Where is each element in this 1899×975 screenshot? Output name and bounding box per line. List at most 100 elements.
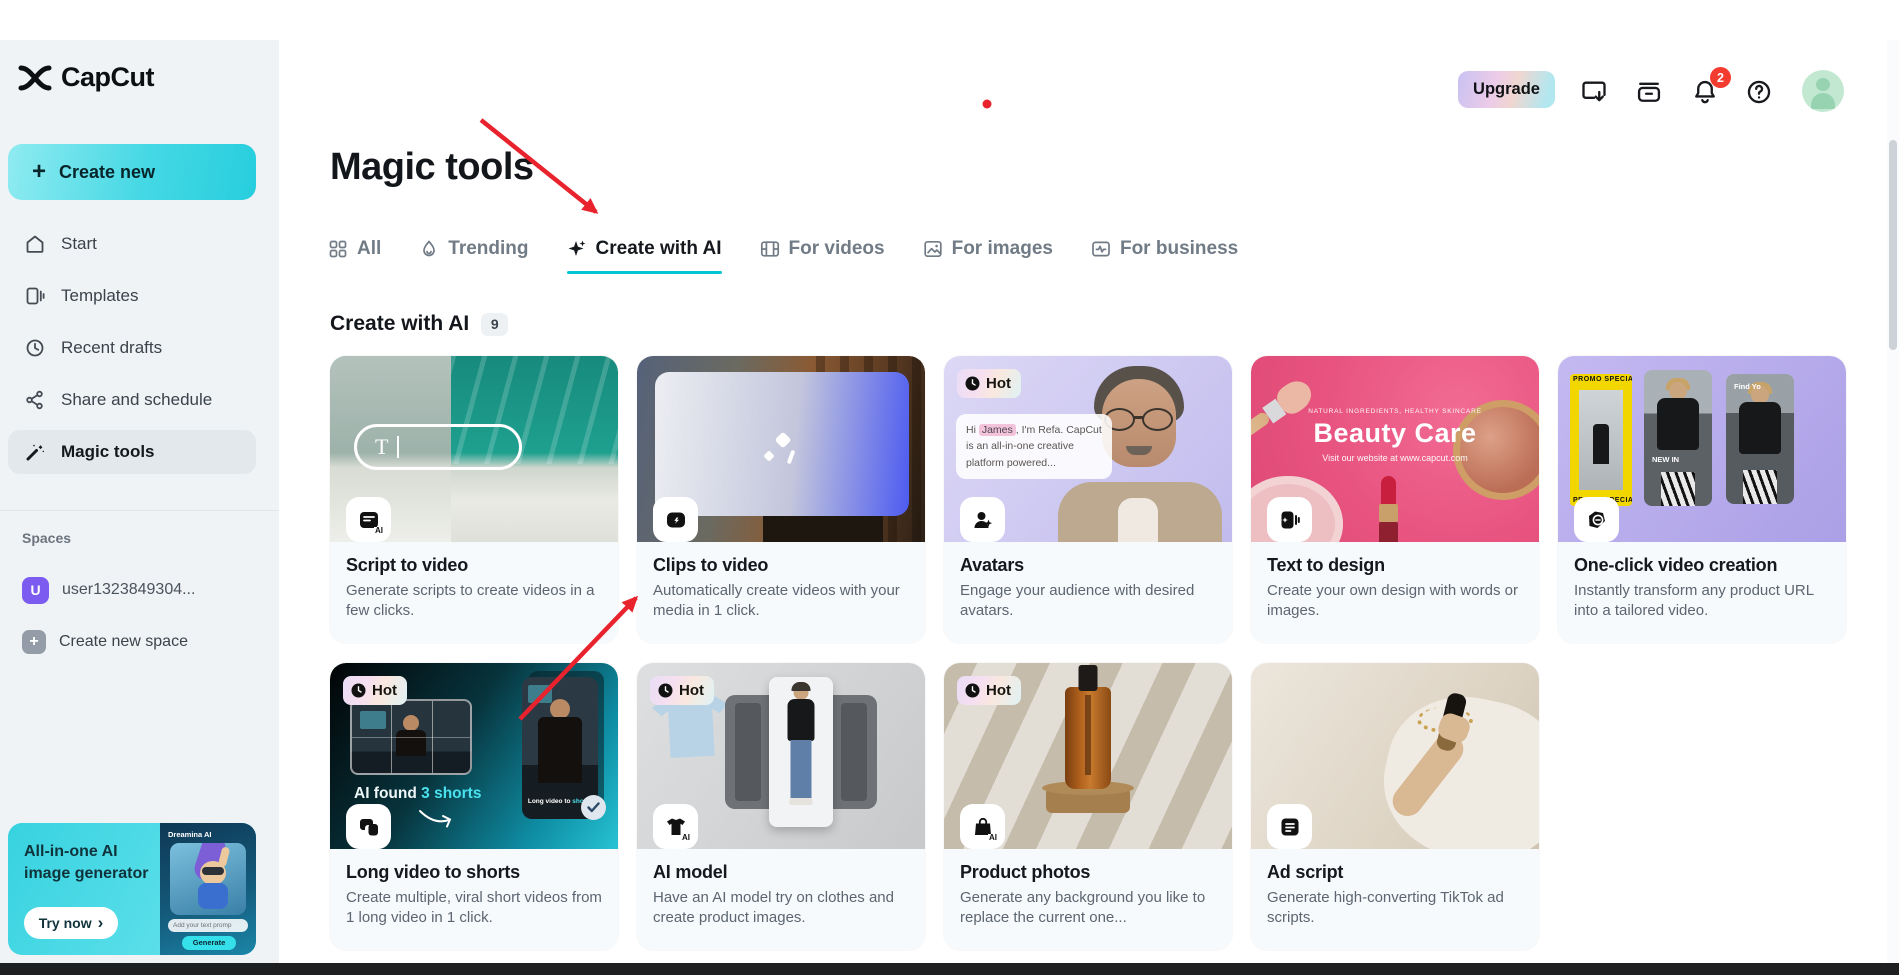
workspace-button[interactable] (1631, 74, 1667, 110)
card-title: Long video to shorts (346, 862, 602, 883)
check-icon (581, 795, 606, 820)
banner-illustration: Dreamina AI Add your text promp Generate (160, 823, 256, 955)
capcut-app: CapCut + Create new Start Templates Rece… (0, 0, 1899, 975)
create-new-space-button[interactable]: + Create new space (8, 620, 256, 664)
user-avatar[interactable] (1802, 70, 1844, 112)
card-title: Script to video (346, 555, 602, 576)
card-description: Automatically create videos with your me… (653, 581, 909, 622)
screen-download-icon (1580, 78, 1608, 106)
text-to-design-thumbnail: NATURAL INGREDIENTS, HEALTHY SKINCARE Be… (1251, 356, 1539, 542)
sidebar-nav: Start Templates Recent drafts Share and … (8, 222, 256, 474)
flame-icon (419, 239, 439, 259)
banner-prompt-field: Add your text promp (168, 919, 248, 932)
dreamina-promo-banner[interactable]: All-in-one AI image generator Try now Dr… (8, 823, 256, 955)
hot-badge: Hot (957, 369, 1021, 398)
plus-square-icon: + (22, 630, 46, 654)
page-title: Magic tools (330, 146, 534, 189)
create-new-button[interactable]: + Create new (8, 144, 256, 200)
card-description: Create your own design with words or ima… (1267, 581, 1523, 622)
sparkle-icon (567, 239, 587, 259)
space-avatar: U (22, 577, 49, 604)
tab-all[interactable]: All (328, 224, 381, 274)
lipstick-illustration (1379, 476, 1399, 542)
card-one-click-video-creation[interactable]: PROMO SPECIAL PROMO SPECIAL PROMO SPECIA… (1558, 356, 1846, 643)
sidebar-item-recent-drafts[interactable]: Recent drafts (8, 326, 256, 370)
archive-box-icon (1635, 78, 1663, 106)
card-title: Product photos (960, 862, 1216, 883)
card-title: Text to design (1267, 555, 1523, 576)
design-overlay-text: NATURAL INGREDIENTS, HEALTHY SKINCARE Be… (1251, 408, 1539, 463)
banner-generate-button: Generate (182, 936, 236, 950)
clock-badge-icon (965, 683, 980, 698)
film-icon (760, 239, 780, 259)
sidebar-item-templates[interactable]: Templates (8, 274, 256, 318)
card-title: Ad script (1267, 862, 1523, 883)
card-product-photos[interactable]: Hot AI Product photos Generate any backg… (944, 663, 1232, 950)
card-ai-model[interactable]: Hot AI AI model Have an AI model try on … (637, 663, 925, 950)
card-clips-to-video[interactable]: Clips to video Automatically create vide… (637, 356, 925, 643)
card-text-to-design[interactable]: NATURAL INGREDIENTS, HEALTHY SKINCARE Be… (1251, 356, 1539, 643)
sidebar-item-share-and-schedule[interactable]: Share and schedule (8, 378, 256, 422)
card-title: Clips to video (653, 555, 909, 576)
model-card-illustration (769, 677, 833, 827)
avatar-speech-bubble: Hi James, I'm Refa. CapCut is an all-in-… (956, 414, 1112, 479)
tab-for-videos[interactable]: For videos (760, 224, 885, 274)
card-title: Avatars (960, 555, 1216, 576)
clock-badge-icon (658, 683, 673, 698)
card-script-to-video[interactable]: T AI Script to video Generate scripts to… (330, 356, 618, 643)
card-description: Generate any background you like to repl… (960, 888, 1216, 929)
ai-model-icon: AI (653, 804, 698, 849)
help-icon (1745, 78, 1773, 106)
tools-grid: T AI Script to video Generate scripts to… (330, 356, 1860, 970)
section-header: Create with AI 9 (330, 312, 508, 336)
bottle-illustration (1065, 687, 1111, 789)
sidebar-item-magic-tools[interactable]: Magic tools (8, 430, 256, 474)
capcut-logo[interactable]: CapCut (18, 62, 154, 93)
new-in-variant: NEW IN (1644, 370, 1712, 506)
card-long-video-to-shorts[interactable]: AI found 3 shorts Long video to shorts (330, 663, 618, 950)
hot-badge: Hot (650, 676, 714, 705)
tab-for-images[interactable]: For images (923, 224, 1053, 274)
card-title: AI model (653, 862, 909, 883)
help-button[interactable] (1741, 74, 1777, 110)
avatars-thumbnail: Hi James, I'm Refa. CapCut is an all-in-… (944, 356, 1232, 542)
tab-trending[interactable]: Trending (419, 224, 528, 274)
card-avatars[interactable]: Hi James, I'm Refa. CapCut is an all-in-… (944, 356, 1232, 643)
image-icon (923, 239, 943, 259)
scrollbar-thumb[interactable] (1889, 140, 1897, 350)
tab-create-with-ai[interactable]: Create with AI (567, 224, 722, 274)
sidebar-divider (0, 510, 279, 511)
clock-badge-icon (965, 376, 980, 391)
tab-for-business[interactable]: For business (1091, 224, 1238, 274)
business-icon (1091, 239, 1111, 259)
card-description: Generate high-converting TikTok ad scrip… (1267, 888, 1523, 929)
screen-mirror-button[interactable] (1576, 74, 1612, 110)
notifications-button[interactable]: 2 (1687, 74, 1723, 110)
script-to-video-icon: AI (346, 497, 391, 542)
plus-icon: + (32, 160, 46, 184)
space-name: user1323849304... (62, 581, 195, 599)
bottom-bar (0, 963, 1899, 975)
card-ad-script[interactable]: Ad script Generate high-converting TikTo… (1251, 663, 1539, 950)
dreamina-brand: Dreamina AI (168, 830, 212, 839)
spaces-label: Spaces (22, 530, 71, 546)
sidebar-item-start[interactable]: Start (8, 222, 256, 266)
curved-arrow-icon (416, 805, 456, 831)
notification-badge: 2 (1710, 67, 1731, 88)
try-now-button[interactable]: Try now (24, 907, 118, 939)
product-photos-icon: AI (960, 804, 1005, 849)
upgrade-button[interactable]: Upgrade (1458, 71, 1555, 108)
card-description: Engage your audience with desired avatar… (960, 581, 1216, 622)
long-video-thumbnail: AI found 3 shorts Long video to shorts (330, 663, 618, 849)
find-variant: Find Yo (1726, 374, 1794, 504)
clips-to-video-icon (653, 497, 698, 542)
long-video-to-shorts-icon (346, 804, 391, 849)
sidebar-item-user-space[interactable]: U user1323849304... (8, 568, 256, 612)
one-click-thumbnail: PROMO SPECIAL PROMO SPECIAL PROMO SPECIA… (1558, 356, 1846, 542)
annotation-dot (983, 100, 992, 109)
text-cursor (397, 436, 399, 458)
chevron-right-icon (98, 913, 104, 933)
capcut-logo-icon (18, 64, 52, 92)
hot-badge: Hot (343, 676, 407, 705)
page-scrollbar[interactable] (1887, 40, 1899, 963)
